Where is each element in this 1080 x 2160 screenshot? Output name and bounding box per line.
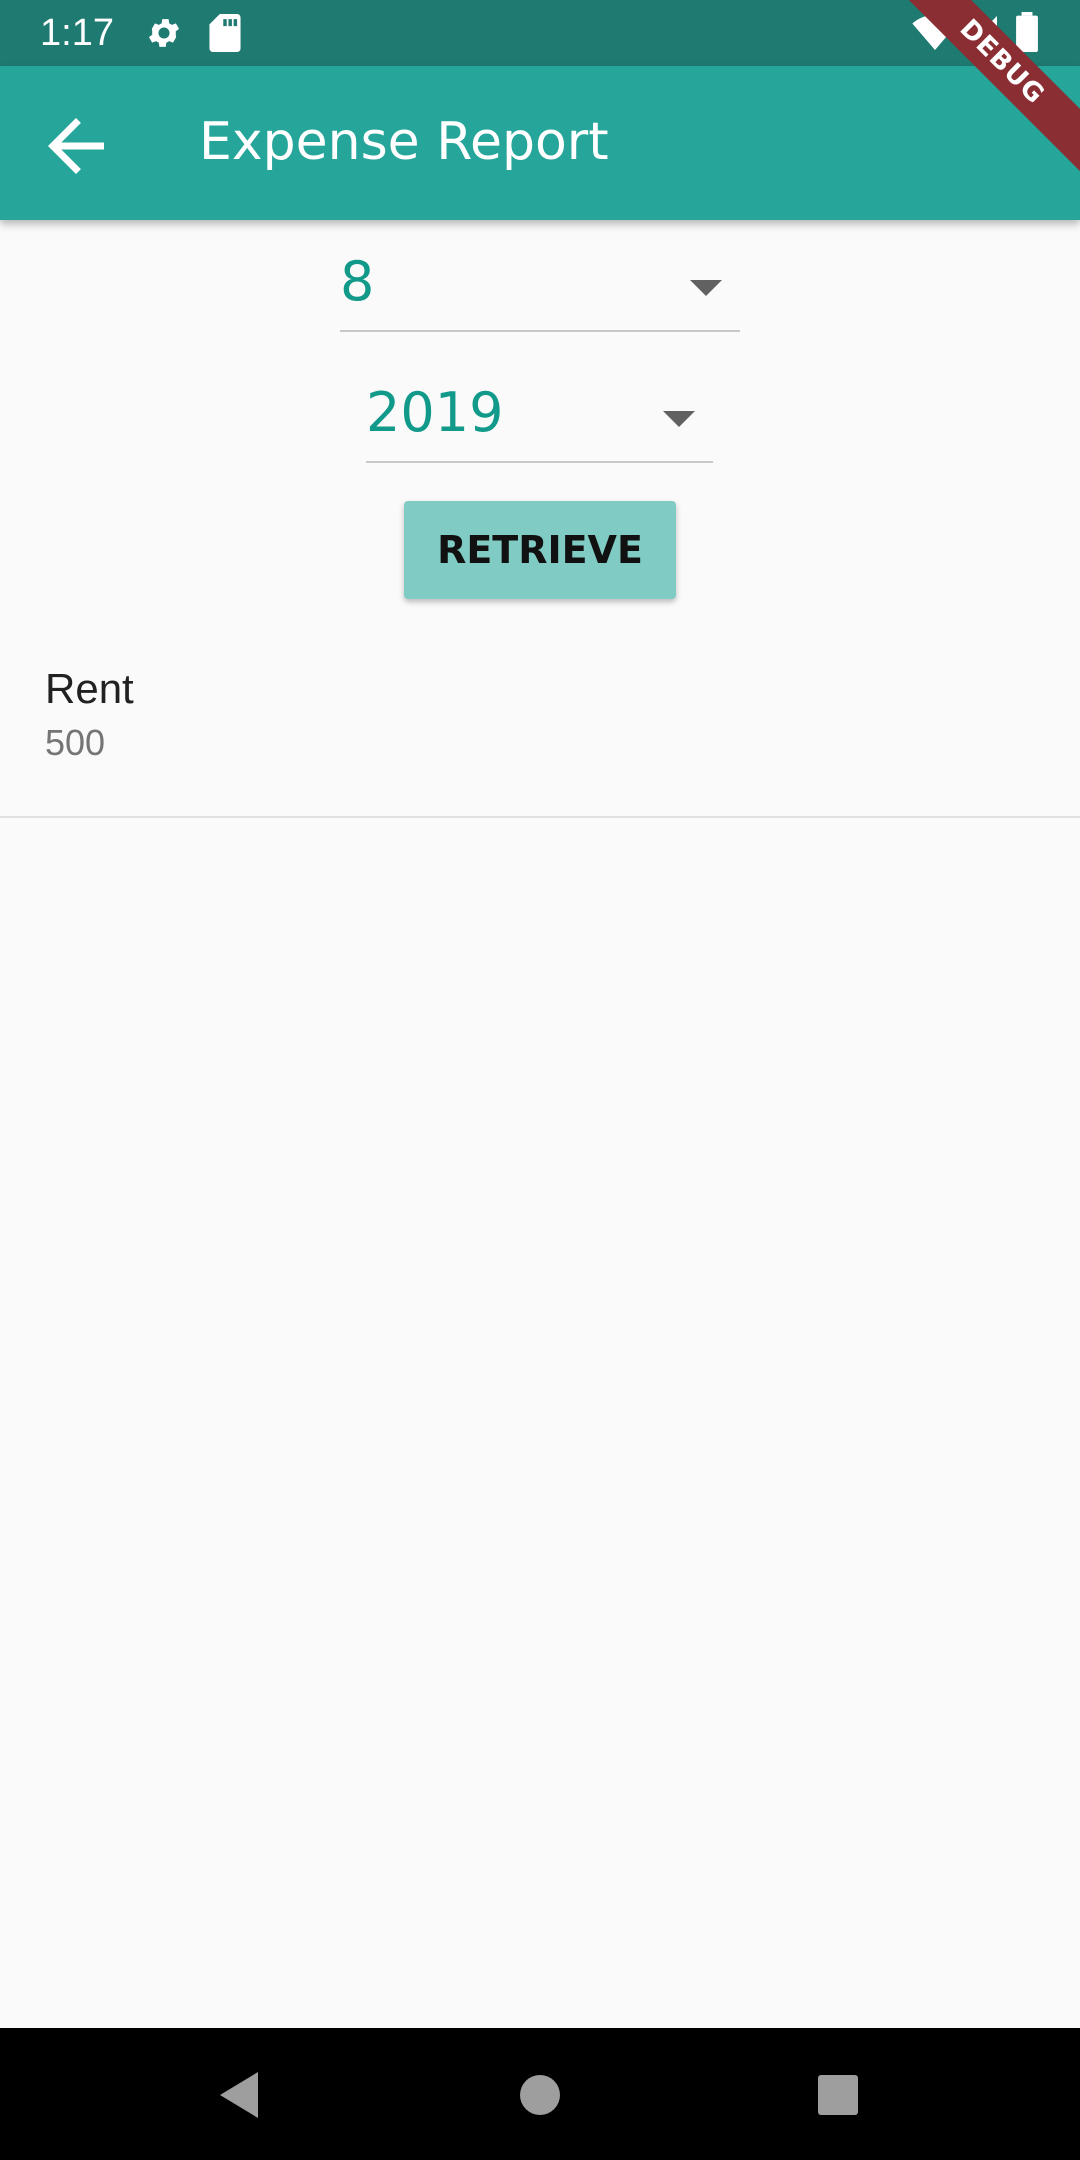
retrieve-button[interactable]: RETRIEVE — [404, 501, 676, 599]
home-circle-icon[interactable] — [510, 2064, 570, 2124]
chevron-down-icon — [690, 280, 722, 296]
list-item[interactable]: Rent 500 — [0, 640, 1080, 818]
navigation-bar — [0, 2028, 1080, 2160]
year-value: 2019 — [366, 381, 504, 444]
screen: 1:17 DEBUG Expense Report 8 2019 RETRIEV… — [0, 0, 1080, 2160]
back-triangle-icon[interactable] — [210, 2064, 270, 2124]
recents-square-icon[interactable] — [808, 2064, 868, 2124]
status-time: 1:17 — [40, 12, 114, 54]
month-dropdown[interactable]: 8 — [340, 220, 740, 332]
month-value: 8 — [340, 250, 375, 313]
gear-icon — [145, 14, 183, 56]
sd-card-icon — [208, 14, 242, 56]
back-button[interactable] — [34, 104, 118, 188]
page-title: Expense Report — [199, 112, 609, 172]
expense-name: Rent — [45, 665, 134, 712]
arrow-back-icon — [34, 118, 118, 192]
year-dropdown[interactable]: 2019 — [366, 351, 713, 463]
chevron-down-icon — [663, 411, 695, 427]
app-bar: Expense Report — [0, 66, 1080, 220]
expense-amount: 500 — [45, 722, 106, 763]
